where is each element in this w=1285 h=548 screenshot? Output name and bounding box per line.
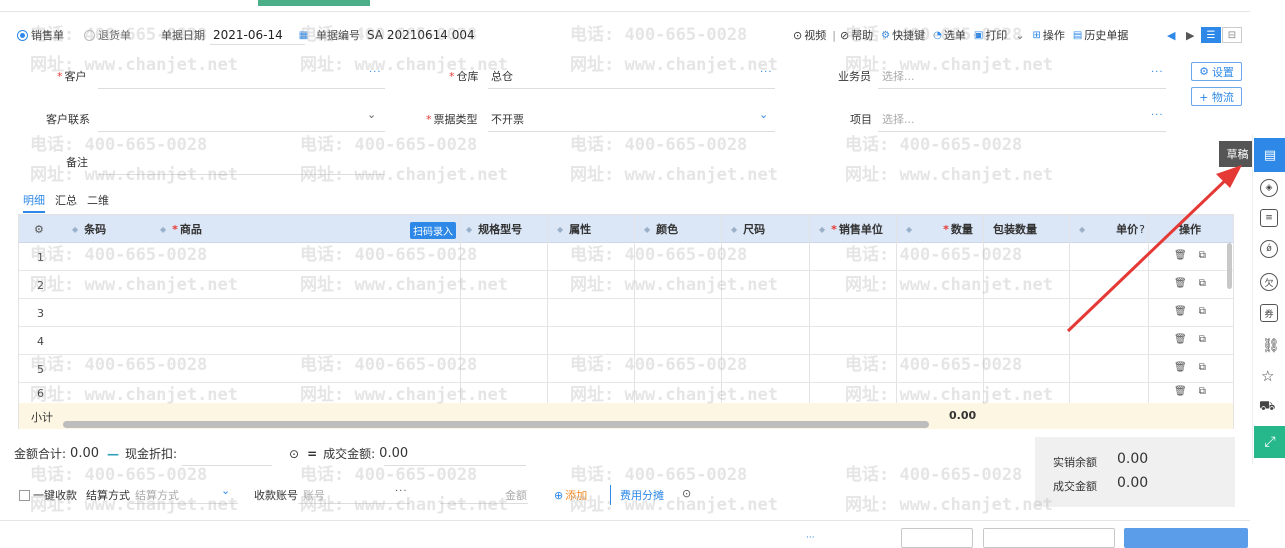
annotation-arrow	[1066, 165, 1242, 333]
